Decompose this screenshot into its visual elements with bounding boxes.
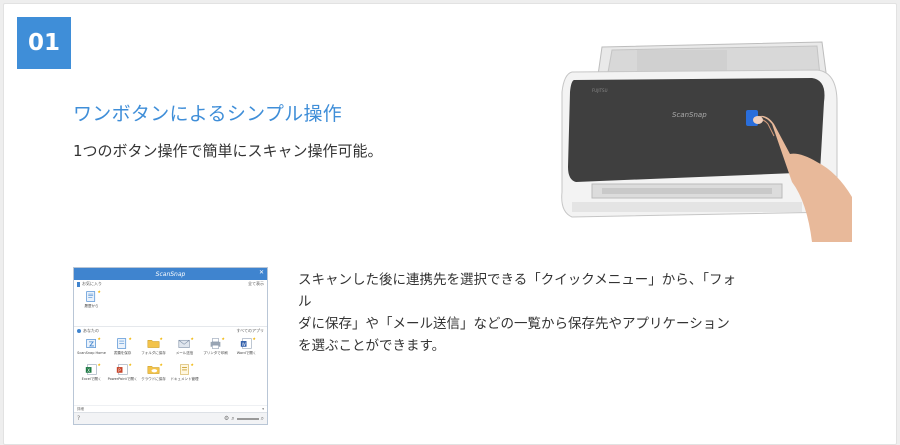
apps-all-link[interactable]: すべてのアプリ xyxy=(236,328,264,334)
gear-icon[interactable]: ⚙ xyxy=(224,415,229,422)
quick-menu-item-label: クラウドに保存 xyxy=(141,377,166,381)
quick-menu-item[interactable]: P ★ PowerPointで開く xyxy=(107,361,138,387)
details-row[interactable]: 詳細 ▾ xyxy=(74,405,267,412)
quick-menu-item-label: PowerPointで開く xyxy=(107,377,138,381)
word-icon: W xyxy=(240,338,252,349)
quick-menu-item-label: フォルダに保存 xyxy=(141,351,166,355)
chevron-down-icon: ▾ xyxy=(262,407,264,411)
star-icon: ★ xyxy=(252,336,256,341)
close-icon[interactable]: ✕ xyxy=(259,269,264,276)
quick-menu-item[interactable]: ★ プリンタで印刷 xyxy=(200,335,231,361)
printer-icon xyxy=(210,338,221,349)
quick-menu-item[interactable]: ★ ScanSnap Home xyxy=(76,335,107,361)
quick-menu-item[interactable]: ★ メール送信 xyxy=(169,335,200,361)
star-icon: ★ xyxy=(159,362,163,367)
powerpoint-icon: P xyxy=(116,364,128,375)
feature-description: スキャンした後に連携先を選択できる「クイックメニュー」から、「フォル ダに保存」… xyxy=(298,269,738,357)
favorites-header: お気に入り 全て表示 xyxy=(74,280,267,288)
description-line: を選ぶことができます。 xyxy=(298,338,446,354)
quick-menu-item[interactable]: ★ フォルダに保存 xyxy=(138,335,169,361)
mail-icon xyxy=(178,339,190,348)
quick-menu-item-label: プリンタで印刷 xyxy=(203,351,228,355)
zoom-in-icon[interactable]: ⌕ xyxy=(261,415,264,423)
star-icon: ★ xyxy=(97,289,101,294)
scanner-illustration: ScanSnap FUJITSU xyxy=(561,41,852,242)
description-line: スキャンした後に連携先を選択できる「クイックメニュー」から、「フォル xyxy=(298,272,736,310)
quick-menu-item-label: Excelで開く xyxy=(81,377,102,381)
svg-text:X: X xyxy=(87,368,90,373)
favorites-show-all-link[interactable]: 全て表示 xyxy=(248,281,264,287)
quick-menu-item-label: 書類を保存 xyxy=(113,351,132,355)
step-number-badge: 01 xyxy=(17,17,71,69)
apps-header: あなたの すべてのアプリ xyxy=(74,327,267,335)
star-icon: ★ xyxy=(128,362,132,367)
quick-menu-item-label: メール送信 xyxy=(175,351,194,355)
zoom-out-icon[interactable]: ⌕ xyxy=(231,415,234,423)
document-icon xyxy=(86,291,96,302)
svg-text:FUJITSU: FUJITSU xyxy=(592,88,608,93)
quick-menu-screenshot: ScanSnap ✕ お気に入り 全て表示 ★ 履歴から あなたの すべてのアプ… xyxy=(73,267,268,425)
quick-menu-item[interactable]: W ★ Wordで開く xyxy=(231,335,262,361)
star-icon: ★ xyxy=(159,336,163,341)
zoom-control[interactable]: ⚙ ⌕ ⌕ xyxy=(224,415,264,423)
apps-dot-icon xyxy=(77,329,81,333)
quick-menu-item[interactable]: ★ クラウドに保存 xyxy=(138,361,169,387)
quick-menu-item-label: ドキュメント管理 xyxy=(170,377,199,381)
star-icon: ★ xyxy=(190,336,194,341)
quick-menu-statusbar: ? ⚙ ⌕ ⌕ xyxy=(74,412,267,424)
favorites-section: お気に入り 全て表示 ★ 履歴から xyxy=(74,280,267,327)
quick-menu-item[interactable]: ★ 書類を保存 xyxy=(107,335,138,361)
scansnap-icon xyxy=(86,339,96,348)
star-icon: ★ xyxy=(190,362,194,367)
details-label: 詳細 xyxy=(77,406,84,411)
quick-menu-item-label: 履歴から xyxy=(84,304,99,308)
quick-menu-item[interactable]: ★ ドキュメント管理 xyxy=(169,361,200,387)
star-icon: ★ xyxy=(128,336,132,341)
quick-menu-item[interactable]: X ★ Excelで開く xyxy=(76,361,107,387)
favorites-grid: ★ 履歴から xyxy=(74,288,267,314)
quick-menu-item-label: ScanSnap Home xyxy=(77,351,106,355)
folder-icon xyxy=(147,340,160,348)
zoom-slider[interactable] xyxy=(236,417,259,420)
quick-menu-item[interactable]: ★ 履歴から xyxy=(76,288,107,314)
feature-title: ワンボタンによるシンプル操作 xyxy=(73,103,343,125)
excel-icon: X xyxy=(85,364,97,375)
document-icon xyxy=(117,338,127,349)
apps-grid: ★ ScanSnap Home ★ 書類を保存 ★ フォルダに保存 ★ メール送信 ★ プリンタで… xyxy=(74,335,267,387)
bookmark-icon xyxy=(77,281,80,287)
document-app-icon xyxy=(180,364,189,375)
favorites-label: お気に入り xyxy=(82,281,102,286)
apps-label: あなたの xyxy=(83,328,99,333)
quick-menu-title: ScanSnap xyxy=(155,270,186,278)
description-line: ダに保存」や「メール送信」などの一覧から保存先やアプリケーション xyxy=(298,316,730,332)
svg-text:W: W xyxy=(242,342,246,347)
svg-text:ScanSnap: ScanSnap xyxy=(672,111,707,119)
quick-menu-item-label: Wordで開く xyxy=(236,351,257,355)
feature-card: 01 ワンボタンによるシンプル操作 1つのボタン操作で簡単にスキャン操作可能。 … xyxy=(3,3,897,445)
feature-subtitle: 1つのボタン操作で簡単にスキャン操作可能。 xyxy=(73,142,383,160)
star-icon: ★ xyxy=(97,336,101,341)
quick-menu-titlebar: ScanSnap ✕ xyxy=(74,268,267,280)
help-icon[interactable]: ? xyxy=(77,415,80,422)
star-icon: ★ xyxy=(97,362,101,367)
cloud-folder-icon xyxy=(147,366,160,374)
star-icon: ★ xyxy=(221,336,225,341)
